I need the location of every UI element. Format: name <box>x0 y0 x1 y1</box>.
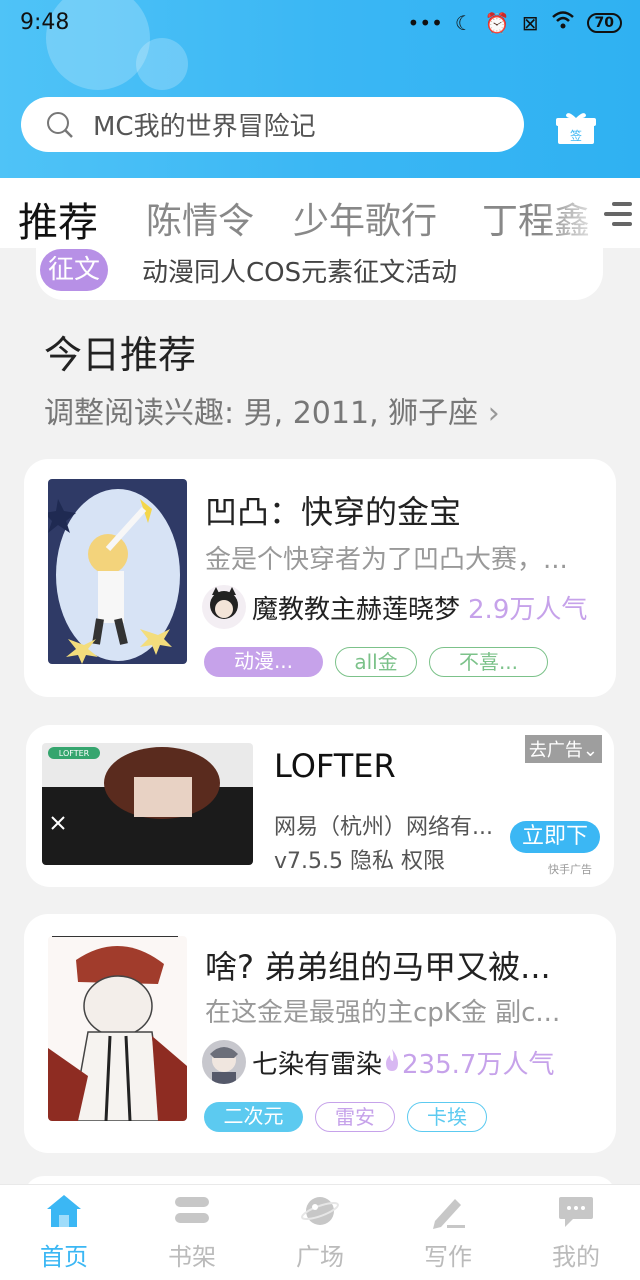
category-tabs: 推荐 陈情令 少年歌行 丁程鑫 <box>0 178 640 248</box>
tag-list: 二次元 雷安 卡埃 <box>204 1102 487 1132</box>
nav-me[interactable]: 我的 <box>536 1193 616 1272</box>
tag-chip[interactable]: 不喜... <box>429 647 548 677</box>
ad-title: LOFTER <box>274 747 396 785</box>
status-bar: 9:48 ••• ☾ ⏰ ⊠ 70 <box>0 0 640 46</box>
nav-home-label: 首页 <box>40 1243 88 1271</box>
chevron-right-icon: › <box>487 396 500 431</box>
author-row: 七染有雷染 235.7万人气 <box>202 1040 554 1084</box>
tag-chip[interactable]: 雷安 <box>315 1102 395 1132</box>
sim-off-icon: ⊠ <box>521 10 539 35</box>
nav-plaza[interactable]: 广场 <box>280 1193 360 1272</box>
bottom-nav: 首页 书架 广场 写作 我的 <box>0 1184 640 1280</box>
search-bar[interactable]: MC我的世界冒险记 <box>21 97 524 152</box>
reading-preference-link[interactable]: 调整阅读兴趣: 男, 2011, 狮子座 › <box>44 388 500 432</box>
banner-tag: 征文 <box>40 249 109 291</box>
remove-ad-button[interactable]: 去广告⌄ <box>524 735 602 763</box>
wifi-icon <box>551 10 575 35</box>
nav-bookshelf[interactable]: 书架 <box>152 1193 232 1272</box>
popularity: 2.9万人气 <box>468 594 588 625</box>
author-name: 七染有雷染 <box>252 1049 383 1080</box>
tag-list: 动漫... all金 不喜... <box>204 647 548 677</box>
nav-write-label: 写作 <box>424 1243 472 1271</box>
book-card[interactable]: 凹凸：快穿的金宝 金是个快穿者为了凹凸大赛，... 魔教教主赫莲晓梦 2.9万人… <box>24 459 616 697</box>
planet-icon <box>301 1193 339 1229</box>
pen-icon <box>429 1193 467 1229</box>
battery-icon: 70 <box>586 12 622 33</box>
chat-bubble-icon <box>557 1193 595 1229</box>
tag-chip[interactable]: 动漫... <box>204 647 323 677</box>
book-desc: 金是个快穿者为了凹凸大赛，... <box>205 545 568 575</box>
nav-write[interactable]: 写作 <box>408 1193 488 1272</box>
book-desc: 在这金是最强的主cpK金 副c... <box>205 998 561 1028</box>
alarm-icon: ⏰ <box>484 10 510 35</box>
book-title: 凹凸：快穿的金宝 <box>205 493 462 531</box>
nav-me-label: 我的 <box>552 1243 600 1271</box>
author-avatar <box>202 585 246 629</box>
ad-card[interactable]: LOFTER LOFTER 网易（杭州）网络有... v7.5.5 隐私 权限 … <box>26 725 614 887</box>
ad-logo-text: LOFTER <box>59 749 90 758</box>
status-time: 9:48 <box>20 10 70 35</box>
chevron-down-icon: ⌄ <box>582 740 598 761</box>
book-cover[interactable] <box>48 479 187 664</box>
flame-icon <box>384 1049 400 1075</box>
nav-home[interactable]: 首页 <box>24 1193 104 1272</box>
event-banner[interactable]: 征文 动漫同人COS元素征文活动 <box>36 240 603 300</box>
author-row: 魔教教主赫莲晓梦 2.9万人气 <box>202 585 587 629</box>
bookshelf-icon <box>173 1193 211 1229</box>
gift-icon[interactable]: 签 <box>556 110 596 146</box>
book-cover[interactable] <box>48 936 187 1121</box>
status-icons: ••• ☾ ⏰ ⊠ 70 <box>408 10 622 35</box>
tag-chip[interactable]: 卡埃 <box>407 1102 487 1132</box>
ad-source-label: 快手广告 <box>548 863 592 876</box>
author-avatar <box>202 1040 246 1084</box>
nav-plaza-label: 广场 <box>296 1243 344 1271</box>
tab-fade <box>540 178 610 248</box>
ad-image[interactable]: LOFTER <box>42 743 253 865</box>
menu-icon[interactable] <box>602 200 634 228</box>
header: 9:48 ••• ☾ ⏰ ⊠ 70 MC我的世界冒险记 签 <box>0 0 640 178</box>
moon-icon: ☾ <box>454 10 473 35</box>
ad-company: 网易（杭州）网络有... <box>274 815 493 840</box>
book-card[interactable]: 啥? 弟弟组的马甲又被... 在这金是最强的主cpK金 副c... 七染有雷染 … <box>24 914 616 1153</box>
tab-shaonian-gexing[interactable]: 少年歌行 <box>293 192 437 244</box>
ad-version-links[interactable]: v7.5.5 隐私 权限 <box>274 843 445 875</box>
author-name: 魔教教主赫莲晓梦 <box>252 594 461 625</box>
tag-chip[interactable]: 二次元 <box>204 1102 303 1132</box>
popularity: 235.7万人气 <box>402 1049 555 1080</box>
reading-preference-text: 调整阅读兴趣: 男, 2011, 狮子座 <box>44 396 479 431</box>
home-icon <box>45 1193 83 1229</box>
tag-chip[interactable]: all金 <box>335 647 417 677</box>
section-title: 今日推荐 <box>44 333 197 377</box>
more-dots-icon: ••• <box>407 10 443 35</box>
search-input[interactable]: MC我的世界冒险记 <box>93 106 316 143</box>
gift-label: 签 <box>570 128 582 143</box>
ad-download-button[interactable]: 立即下 <box>510 821 600 853</box>
book-title: 啥? 弟弟组的马甲又被... <box>205 948 551 986</box>
tab-chenqingling[interactable]: 陈情令 <box>146 192 254 244</box>
remove-ad-label: 去广告 <box>528 740 583 761</box>
search-icon <box>45 110 75 140</box>
nav-bookshelf-label: 书架 <box>168 1243 216 1271</box>
banner-text: 动漫同人COS元素征文活动 <box>142 257 458 288</box>
